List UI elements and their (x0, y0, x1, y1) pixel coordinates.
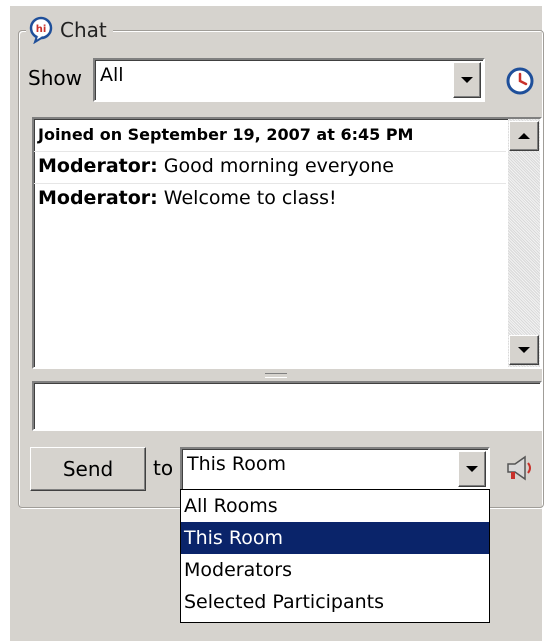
chevron-down-icon (518, 347, 530, 353)
recipient-option-this-room[interactable]: This Room (181, 522, 489, 554)
show-filter-dropdown-button[interactable] (453, 62, 481, 98)
chat-title: Chat (60, 18, 107, 42)
divider (34, 151, 506, 152)
chevron-up-icon (518, 133, 530, 139)
to-label: to (153, 456, 174, 480)
message-sender: Moderator: (38, 155, 158, 177)
send-button[interactable]: Send (30, 447, 146, 491)
recipient-option-selected-participants[interactable]: Selected Participants (181, 586, 489, 618)
message-input[interactable] (32, 381, 542, 431)
scroll-up-button[interactable] (509, 121, 539, 151)
recipient-option-all-rooms[interactable]: All Rooms (181, 490, 489, 522)
message-sender: Moderator: (38, 187, 158, 209)
show-filter-value: All (100, 64, 124, 86)
chevron-down-icon (461, 77, 473, 83)
recipient-dropdown-button[interactable] (458, 451, 486, 487)
splitter-handle[interactable] (265, 373, 287, 378)
recipient-value: This Room (187, 453, 286, 475)
chat-message: Moderator: Good morning everyone (38, 155, 394, 177)
message-text: Good morning everyone (163, 155, 394, 177)
scroll-down-button[interactable] (509, 335, 539, 365)
recipient-dropdown-list: All Rooms This Room Moderators Selected … (180, 489, 490, 623)
clock-icon[interactable] (505, 66, 535, 96)
message-text: Welcome to class! (163, 187, 337, 209)
chevron-down-icon (466, 466, 478, 472)
join-notice: Joined on September 19, 2007 at 6:45 PM (38, 125, 414, 144)
recipient-select[interactable]: This Room (180, 447, 490, 491)
divider (34, 183, 506, 184)
chat-bubble-icon: hi (29, 16, 53, 44)
svg-text:hi: hi (36, 24, 47, 35)
megaphone-icon[interactable] (503, 452, 535, 484)
chat-header: hi Chat (26, 14, 113, 46)
chat-log-scrollbar[interactable] (508, 119, 540, 367)
show-filter-select[interactable]: All (93, 58, 485, 102)
chat-message: Moderator: Welcome to class! (38, 187, 337, 209)
recipient-option-moderators[interactable]: Moderators (181, 554, 489, 586)
chat-log: Joined on September 19, 2007 at 6:45 PM … (32, 117, 542, 369)
show-label: Show (28, 66, 82, 90)
